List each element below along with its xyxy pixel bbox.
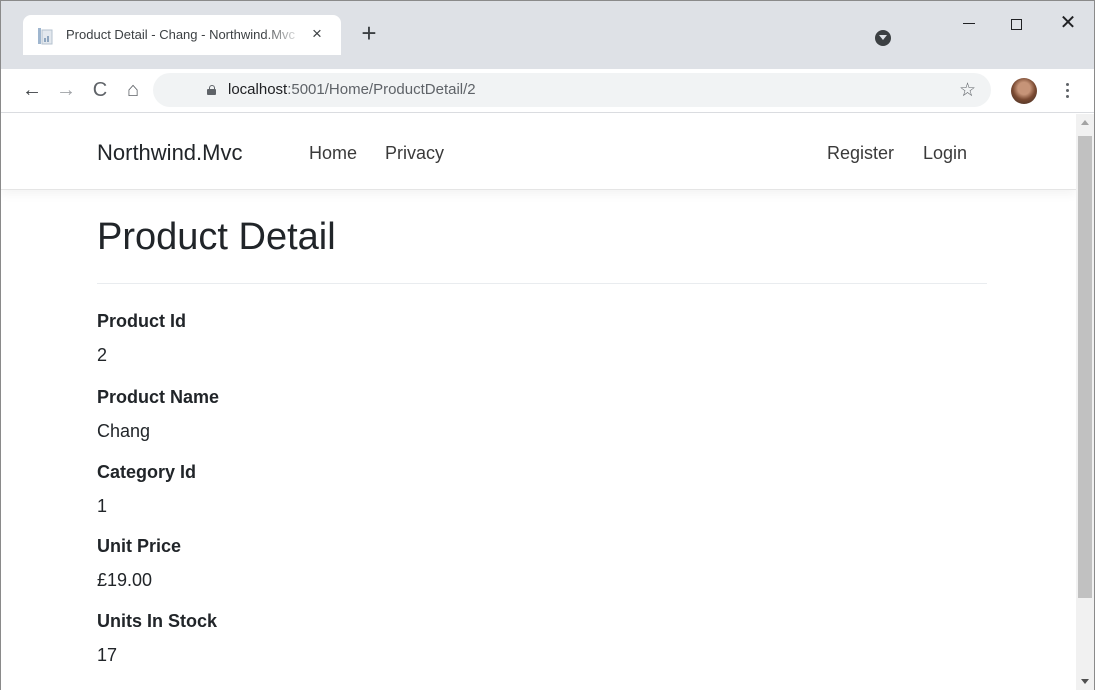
arrow-right-icon[interactable]: → [51, 75, 81, 105]
url-text[interactable]: localhost:5001/Home/ProductDetail/2 [228, 81, 476, 98]
tab-search-icon[interactable] [875, 30, 891, 46]
product-id-label: Product Id [97, 311, 186, 331]
close-window-button[interactable]: ✕ [1045, 9, 1091, 39]
maximize-icon [1010, 19, 1022, 30]
product-name-label: Product Name [97, 387, 220, 407]
minimize-icon [963, 23, 975, 24]
nav-link-privacy[interactable]: Privacy [385, 143, 444, 164]
maximize-button[interactable] [993, 9, 1039, 39]
url-host: localhost [228, 81, 288, 98]
address-bar[interactable]: localhost:5001/Home/ProductDetail/2 ☆ [153, 73, 991, 107]
unit-price-value: £19.00 [97, 570, 153, 590]
minimize-button[interactable] [946, 9, 992, 39]
nav-link-login[interactable]: Login [923, 143, 967, 164]
avatar[interactable] [1011, 78, 1037, 104]
kebab-menu-icon[interactable] [1059, 78, 1075, 104]
product-name-value: Chang [97, 421, 151, 441]
star-icon[interactable]: ☆ [959, 79, 976, 102]
arrow-left-icon[interactable]: ← [17, 75, 47, 105]
page-viewport: Northwind.Mvc Home Privacy Register Logi… [1, 114, 1076, 690]
units-in-stock-label: Units In Stock [97, 611, 218, 631]
divider [97, 283, 987, 284]
nav-link-home[interactable]: Home [309, 143, 357, 164]
home-icon[interactable]: ⌂ [118, 75, 148, 105]
tab-strip: Product Detail - Chang - Northwind.Mvc ×… [1, 1, 1094, 69]
scroll-down-icon[interactable] [1081, 679, 1089, 684]
vertical-scrollbar[interactable] [1076, 114, 1094, 690]
tab-close-icon[interactable]: × [306, 23, 328, 45]
new-tab-icon[interactable]: + [356, 20, 382, 47]
lock-icon[interactable] [207, 85, 216, 95]
browser-tab[interactable]: Product Detail - Chang - Northwind.Mvc × [23, 15, 341, 55]
nav-link-register[interactable]: Register [827, 143, 894, 164]
category-id-label: Category Id [97, 462, 197, 482]
browser-window: Product Detail - Chang - Northwind.Mvc ×… [0, 0, 1095, 690]
browser-toolbar: ← → C ⌂ localhost:5001/Home/ProductDetai… [1, 69, 1094, 113]
tab-title-fade [263, 23, 303, 47]
page-title: Product Detail [97, 216, 336, 258]
product-id-value: 2 [97, 345, 108, 365]
site-navbar: Northwind.Mvc Home Privacy Register Logi… [1, 114, 1076, 190]
site-brand[interactable]: Northwind.Mvc [97, 140, 242, 166]
page-icon [38, 28, 53, 45]
category-id-value: 1 [97, 496, 108, 516]
units-in-stock-value: 17 [97, 645, 118, 665]
reload-icon[interactable]: C [85, 75, 115, 105]
scroll-up-icon[interactable] [1081, 120, 1089, 125]
scroll-thumb[interactable] [1078, 136, 1092, 598]
url-path: :5001/Home/ProductDetail/2 [287, 81, 476, 98]
unit-price-label: Unit Price [97, 536, 182, 556]
